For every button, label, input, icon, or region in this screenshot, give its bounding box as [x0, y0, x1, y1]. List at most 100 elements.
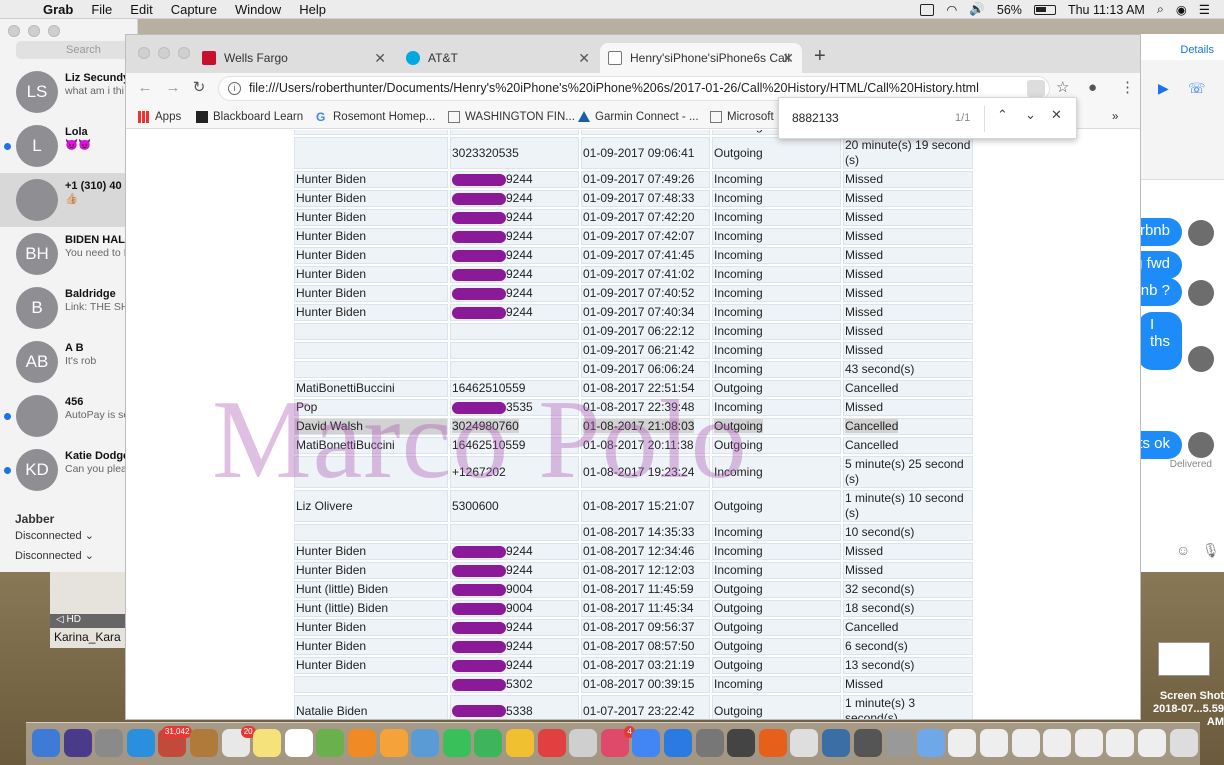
- battery-icon[interactable]: [1033, 4, 1056, 15]
- microphone-icon[interactable]: 🎙: [1202, 542, 1220, 559]
- notification-center-icon[interactable]: ☰: [1199, 2, 1210, 17]
- siri-app-icon[interactable]: [63, 729, 92, 757]
- utility-icon[interactable]: [790, 729, 819, 757]
- close-tab-icon[interactable]: ✕: [374, 43, 386, 73]
- facetime-icon[interactable]: [442, 729, 471, 757]
- bookmark-rosemont[interactable]: G Rosemont Homep...: [316, 105, 435, 129]
- siri-icon[interactable]: ◉: [1176, 2, 1187, 17]
- photos-icon[interactable]: [348, 729, 376, 757]
- reload-button[interactable]: ↻: [188, 77, 210, 99]
- zoom-window-icon[interactable]: [48, 25, 60, 37]
- books-icon[interactable]: [379, 729, 408, 757]
- reminders-icon[interactable]: [284, 729, 313, 757]
- tab-att[interactable]: AT&T ✕: [398, 43, 598, 73]
- numbers-icon[interactable]: [474, 729, 503, 757]
- menu-kebab-icon[interactable]: ⋮: [1120, 77, 1135, 99]
- music-icon[interactable]: [537, 729, 566, 757]
- keynote-icon[interactable]: [506, 729, 534, 757]
- bookmark-apps[interactable]: Apps: [138, 105, 181, 129]
- document-icon[interactable]: [1074, 729, 1103, 757]
- document-icon[interactable]: [885, 729, 914, 757]
- conversation-item[interactable]: L Lola 😈😈: [0, 119, 138, 173]
- calendar-icon[interactable]: 20: [221, 726, 256, 757]
- bookmark-star-icon[interactable]: ☆: [1056, 77, 1069, 99]
- document-icon[interactable]: [1011, 729, 1040, 757]
- vpn-icon[interactable]: [758, 729, 787, 757]
- minimize-window-icon[interactable]: [28, 25, 40, 37]
- conversation-item[interactable]: 456AutoPay is se Mobile accou: [0, 389, 138, 443]
- find-next-icon[interactable]: ⌄: [1025, 107, 1036, 123]
- menu-edit[interactable]: Edit: [121, 2, 161, 17]
- menu-clock[interactable]: Thu 11:13 AM: [1068, 3, 1145, 17]
- document-icon[interactable]: [1106, 729, 1135, 757]
- close-tab-icon[interactable]: ✕: [578, 43, 590, 73]
- conversation-item[interactable]: +1 (310) 40 👍🏼: [0, 173, 138, 227]
- close-tab-icon[interactable]: ✕: [782, 43, 794, 73]
- conversation-item[interactable]: AB A B It's rob: [0, 335, 138, 389]
- close-window-icon[interactable]: [8, 25, 20, 37]
- preview-icon[interactable]: [727, 729, 756, 757]
- emoji-icon[interactable]: ☺: [1176, 542, 1190, 558]
- find-close-icon[interactable]: ✕: [1051, 107, 1062, 123]
- account-status[interactable]: Disconnected ⌄: [15, 549, 94, 562]
- airplay-icon[interactable]: [920, 3, 935, 16]
- system-preferences-icon[interactable]: [632, 729, 661, 757]
- menu-capture[interactable]: Capture: [162, 2, 226, 17]
- mail-icon[interactable]: 31,042: [158, 726, 193, 757]
- menu-help[interactable]: Help: [290, 2, 335, 17]
- finder-icon[interactable]: [32, 729, 60, 757]
- notes-icon[interactable]: [253, 729, 282, 757]
- zoom-window-icon[interactable]: [178, 47, 190, 59]
- tab-wells-fargo[interactable]: Wells Fargo ✕: [194, 43, 394, 73]
- bookmarks-overflow-icon[interactable]: »: [1112, 105, 1118, 129]
- text-edit-icon[interactable]: [695, 729, 724, 757]
- document-icon[interactable]: [916, 729, 945, 757]
- menu-window[interactable]: Window: [226, 2, 290, 17]
- menu-app-name[interactable]: Grab: [34, 2, 82, 17]
- video-thumbnail[interactable]: ◁ HD Karina_Kara: [50, 570, 126, 648]
- conversation-item[interactable]: KDKatie DodgeCan you plea call me. Thar: [0, 443, 138, 497]
- new-tab-button[interactable]: +: [814, 43, 826, 69]
- profile-icon[interactable]: ●: [1088, 77, 1097, 99]
- safari-icon[interactable]: [126, 729, 155, 757]
- find-previous-icon[interactable]: ⌃: [997, 107, 1008, 123]
- video-call-icon[interactable]: ▶: [1158, 80, 1169, 97]
- app-store-icon[interactable]: 4: [600, 726, 635, 757]
- conversation-item[interactable]: LSLiz Secundywhat am i thi with details.: [0, 65, 138, 119]
- bookmark-microsoft[interactable]: Microsoft: [710, 105, 774, 129]
- launchpad-icon[interactable]: [95, 729, 124, 757]
- bookmark-washington[interactable]: WASHINGTON FIN...: [448, 105, 575, 129]
- conversation-item[interactable]: BBaldridgeLink: THE SH Official Traile: [0, 281, 138, 335]
- document-icon[interactable]: [1043, 729, 1072, 757]
- document-icon[interactable]: [980, 729, 1008, 757]
- conversation-item[interactable]: BHBIDEN HALLYou need to I need stop h: [0, 227, 138, 281]
- phone-call-icon[interactable]: ☏: [1188, 80, 1206, 97]
- minimize-window-icon[interactable]: [158, 47, 170, 59]
- trash-icon[interactable]: [1169, 729, 1198, 757]
- firefox-icon[interactable]: [664, 729, 692, 757]
- spotlight-search-icon[interactable]: ⌕: [1157, 2, 1164, 17]
- document-icon[interactable]: [948, 729, 977, 757]
- details-button[interactable]: Details: [1180, 44, 1214, 56]
- chrome-icon[interactable]: [569, 729, 598, 757]
- folder-icon[interactable]: [822, 729, 850, 757]
- maps-icon[interactable]: [316, 729, 345, 757]
- screenshot-file-icon[interactable]: [1158, 642, 1210, 676]
- tab-call-history[interactable]: Henry'siPhone'siPhone6s Call ✕: [600, 43, 802, 73]
- menu-file[interactable]: File: [82, 2, 121, 17]
- bookmark-blackboard[interactable]: Blackboard Learn: [196, 105, 303, 129]
- back-button[interactable]: ←: [134, 77, 156, 99]
- find-in-page-icon[interactable]: [1027, 80, 1045, 97]
- find-input[interactable]: 8882133: [792, 111, 839, 125]
- close-window-icon[interactable]: [138, 47, 150, 59]
- jabber-status[interactable]: Disconnected ⌄: [15, 529, 94, 542]
- contacts-icon[interactable]: [190, 729, 218, 757]
- info-icon[interactable]: i: [228, 82, 241, 95]
- document-icon[interactable]: [1138, 729, 1166, 757]
- wifi-icon[interactable]: ◠: [946, 2, 957, 17]
- bookmark-garmin[interactable]: Garmin Connect - ...: [578, 105, 699, 129]
- forward-button[interactable]: →: [162, 77, 184, 99]
- volume-icon[interactable]: 🔊: [969, 2, 985, 17]
- messages-app-icon[interactable]: [411, 729, 440, 757]
- document-icon[interactable]: [853, 729, 882, 757]
